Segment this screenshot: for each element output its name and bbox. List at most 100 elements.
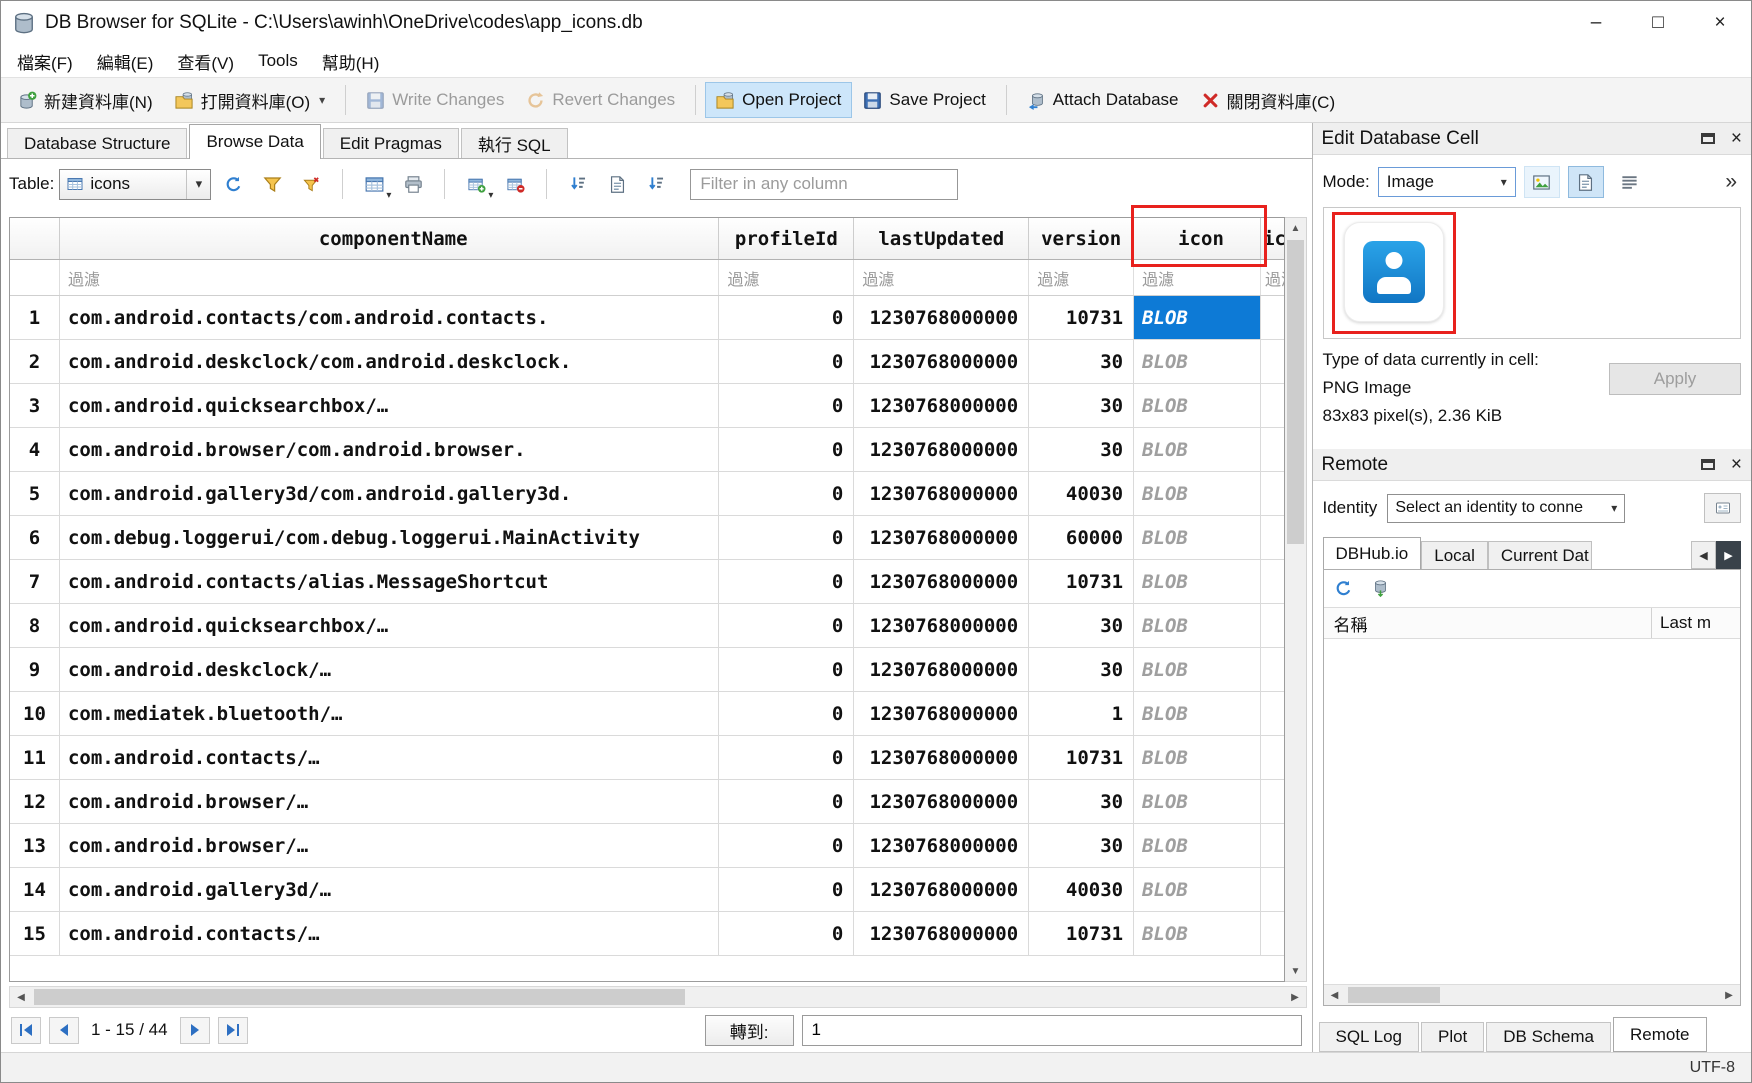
save-filter-button[interactable] xyxy=(255,169,289,200)
row-number[interactable]: 6 xyxy=(10,516,60,559)
scroll-left-icon[interactable]: ◀ xyxy=(1324,990,1346,1001)
cell-profileid[interactable]: 0 xyxy=(719,428,854,471)
cell-profileid[interactable]: 0 xyxy=(719,472,854,515)
cell-overflow[interactable] xyxy=(1261,384,1284,427)
open-project-button[interactable]: Open Project xyxy=(705,82,852,118)
tab-local[interactable]: Local xyxy=(1421,541,1488,569)
cell-profileid[interactable]: 0 xyxy=(719,692,854,735)
column-header-icon[interactable]: icon xyxy=(1134,218,1261,259)
row-number[interactable]: 3 xyxy=(10,384,60,427)
cell-profileid[interactable]: 0 xyxy=(719,912,854,955)
float-panel-icon[interactable] xyxy=(1701,133,1715,144)
row-number[interactable]: 1 xyxy=(10,296,60,339)
scroll-down-icon[interactable]: ▼ xyxy=(1285,961,1306,981)
vertical-scrollbar[interactable]: ▲ ▼ xyxy=(1285,217,1307,982)
delete-record-button[interactable] xyxy=(498,169,532,200)
previous-page-button[interactable] xyxy=(49,1017,79,1044)
cell-icon[interactable]: BLOB xyxy=(1134,472,1261,515)
cell-componentname[interactable]: com.android.gallery3d/… xyxy=(60,868,719,911)
tab-db-schema[interactable]: DB Schema xyxy=(1486,1022,1611,1052)
write-changes-button[interactable]: Write Changes xyxy=(355,82,515,118)
cell-lastupdated[interactable]: 1230768000000 xyxy=(854,604,1029,647)
cell-overflow[interactable] xyxy=(1261,560,1284,603)
save-table-caret-icon[interactable]: ▾ xyxy=(386,190,391,201)
tab-remote[interactable]: Remote xyxy=(1613,1017,1707,1052)
cell-overflow[interactable] xyxy=(1261,692,1284,735)
cell-icon[interactable]: BLOB xyxy=(1134,648,1261,691)
cell-lastupdated[interactable]: 1230768000000 xyxy=(854,296,1029,339)
cell-componentname[interactable]: com.android.gallery3d/com.android.galler… xyxy=(60,472,719,515)
cell-overflow[interactable] xyxy=(1261,472,1284,515)
tab-browse-data[interactable]: Browse Data xyxy=(189,124,320,159)
cell-overflow[interactable] xyxy=(1261,736,1284,779)
cell-version[interactable]: 30 xyxy=(1029,384,1134,427)
cell-lastupdated[interactable]: 1230768000000 xyxy=(854,824,1029,867)
cell-icon[interactable]: BLOB xyxy=(1134,340,1261,383)
filter-icon-column[interactable]: 過濾 xyxy=(1134,260,1261,295)
cell-version[interactable]: 1 xyxy=(1029,692,1134,735)
column-header-version[interactable]: version xyxy=(1029,218,1134,259)
menu-help[interactable]: 幫助(H) xyxy=(310,45,392,78)
open-database-caret-icon[interactable]: ▾ xyxy=(319,93,325,107)
cell-overflow[interactable] xyxy=(1261,516,1284,559)
refresh-button[interactable] xyxy=(216,169,250,200)
scrollbar-track[interactable] xyxy=(32,987,1284,1007)
scroll-right-icon[interactable]: ▶ xyxy=(1718,990,1740,1001)
close-panel-icon[interactable]: × xyxy=(1731,129,1742,148)
cell-profileid[interactable]: 0 xyxy=(719,516,854,559)
cell-componentname[interactable]: com.android.deskclock/com.android.deskcl… xyxy=(60,340,719,383)
horizontal-scrollbar[interactable]: ◀ ▶ xyxy=(9,986,1307,1008)
cell-profileid[interactable]: 0 xyxy=(719,648,854,691)
cell-version[interactable]: 30 xyxy=(1029,824,1134,867)
tab-database-structure[interactable]: Database Structure xyxy=(7,128,187,158)
last-page-button[interactable] xyxy=(218,1017,248,1044)
row-number[interactable]: 7 xyxy=(10,560,60,603)
cell-lastupdated[interactable]: 1230768000000 xyxy=(854,560,1029,603)
cell-version[interactable]: 30 xyxy=(1029,340,1134,383)
cell-lastupdated[interactable]: 1230768000000 xyxy=(854,736,1029,779)
cell-icon[interactable]: BLOB xyxy=(1134,516,1261,559)
cell-version[interactable]: 40030 xyxy=(1029,868,1134,911)
scroll-right-icon[interactable]: ▶ xyxy=(1284,992,1306,1003)
column-header-truncated[interactable]: ic xyxy=(1261,218,1284,259)
filter-input[interactable] xyxy=(690,169,958,200)
cell-version[interactable]: 10731 xyxy=(1029,912,1134,955)
identity-settings-button[interactable] xyxy=(1704,493,1741,523)
cell-overflow[interactable] xyxy=(1261,428,1284,471)
cell-overflow[interactable] xyxy=(1261,824,1284,867)
cell-icon[interactable]: BLOB xyxy=(1134,560,1261,603)
scroll-left-icon[interactable]: ◀ xyxy=(10,992,32,1003)
remote-clone-database-icon[interactable] xyxy=(1371,579,1390,598)
sort-ascending-button[interactable] xyxy=(561,169,595,200)
first-page-button[interactable] xyxy=(11,1017,41,1044)
word-wrap-button[interactable] xyxy=(1612,166,1648,198)
cell-componentname[interactable]: com.android.browser/… xyxy=(60,780,719,823)
minimize-button[interactable]: – xyxy=(1565,1,1627,45)
cell-icon[interactable]: BLOB xyxy=(1134,912,1261,955)
cell-componentname[interactable]: com.android.contacts/com.android.contact… xyxy=(60,296,719,339)
filter-profileid[interactable]: 過濾 xyxy=(719,260,854,295)
attach-database-button[interactable]: Attach Database xyxy=(1016,82,1190,118)
cell-version[interactable]: 10731 xyxy=(1029,296,1134,339)
cell-lastupdated[interactable]: 1230768000000 xyxy=(854,384,1029,427)
cell-componentname[interactable]: com.android.quicksearchbox/… xyxy=(60,604,719,647)
tab-dbhub[interactable]: DBHub.io xyxy=(1323,537,1422,569)
cell-componentname[interactable]: com.android.quicksearchbox/… xyxy=(60,384,719,427)
tabs-scroll-right-icon[interactable]: ▶ xyxy=(1716,541,1741,569)
cell-componentname[interactable]: com.android.contacts/… xyxy=(60,912,719,955)
scrollbar-thumb[interactable] xyxy=(1348,987,1440,1003)
scroll-up-icon[interactable]: ▲ xyxy=(1285,218,1306,238)
cell-version[interactable]: 30 xyxy=(1029,648,1134,691)
cell-profileid[interactable]: 0 xyxy=(719,780,854,823)
text-view-button[interactable] xyxy=(1568,166,1604,198)
row-number[interactable]: 12 xyxy=(10,780,60,823)
cell-overflow[interactable] xyxy=(1261,296,1284,339)
filter-truncated[interactable]: 過濾 xyxy=(1261,260,1284,295)
cell-componentname[interactable]: com.android.contacts/alias.MessageShortc… xyxy=(60,560,719,603)
cell-overflow[interactable] xyxy=(1261,912,1284,955)
close-panel-icon[interactable]: × xyxy=(1731,455,1742,474)
cell-profileid[interactable]: 0 xyxy=(719,560,854,603)
cell-lastupdated[interactable]: 1230768000000 xyxy=(854,428,1029,471)
row-number[interactable]: 14 xyxy=(10,868,60,911)
close-database-button[interactable]: 關閉資料庫(C) xyxy=(1190,80,1347,121)
